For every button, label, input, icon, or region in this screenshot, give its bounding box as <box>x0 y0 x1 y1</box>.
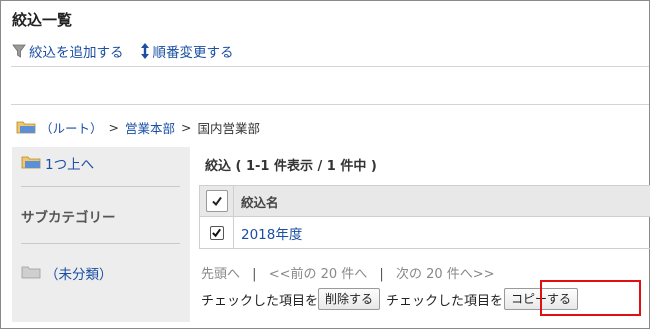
toolbar: 絞込を追加する 順番変更する <box>12 41 250 61</box>
breadcrumb-current: 国内営業部 <box>197 121 261 136</box>
table-header: 絞込名 <box>199 185 650 217</box>
breadcrumb-separator: > <box>181 120 192 135</box>
uncategorized-label: （未分類） <box>45 267 113 283</box>
select-all-checkbox[interactable] <box>205 190 228 212</box>
divider <box>11 66 649 67</box>
up-one-level-label: 1つ上へ <box>45 157 95 173</box>
breadcrumb-root-link[interactable]: （ルート） <box>40 118 103 137</box>
result-summary: 絞込 ( 1-1 件表示 / 1 件中 ) <box>205 159 377 174</box>
checkmark-icon <box>211 196 222 207</box>
subcategory-heading: サブカテゴリー <box>21 210 116 226</box>
reorder-link[interactable]: 順番変更する <box>140 41 234 61</box>
folder-icon <box>21 264 41 283</box>
folder-icon <box>16 119 36 137</box>
header-check-cell <box>200 186 234 216</box>
pager-separator: | <box>252 267 257 282</box>
up-one-level-link[interactable]: 1つ上へ <box>21 153 94 173</box>
funnel-icon <box>12 43 26 59</box>
filter-name-link[interactable]: 2018年度 <box>234 223 302 243</box>
sidebar-divider <box>21 243 180 244</box>
bulk-actions: チェックした項目を 削除する チェックした項目を コピーする <box>201 288 579 310</box>
copy-button-highlight <box>540 280 641 316</box>
up-down-arrow-icon <box>140 42 150 60</box>
divider <box>11 104 649 105</box>
reorder-label: 順番変更する <box>152 45 234 61</box>
window-frame: 絞込一覧 絞込を追加する 順番変更する （ルート） > 営業本部 > 国内営業部… <box>0 0 650 329</box>
filter-table: 絞込名 2018年度 <box>199 185 650 249</box>
column-header-name: 絞込名 <box>241 194 279 210</box>
breadcrumb-separator: > <box>108 120 119 135</box>
pager-first: 先頭へ <box>201 267 241 282</box>
breadcrumb-level1-link[interactable]: 営業本部 <box>125 118 175 137</box>
row-checkbox[interactable] <box>209 225 224 240</box>
pager-next: 次の 20 件へ>> <box>395 267 495 282</box>
pager-prev: <<前の 20 件へ <box>268 267 368 282</box>
delete-prefix-text: チェックした項目を <box>201 293 319 309</box>
add-filter-label: 絞込を追加する <box>29 45 124 61</box>
table-row: 2018年度 <box>199 217 650 249</box>
sidebar-divider <box>21 186 180 187</box>
add-filter-link[interactable]: 絞込を追加する <box>12 41 124 61</box>
page-title: 絞込一覧 <box>12 11 73 29</box>
delete-button[interactable]: 削除する <box>318 288 381 310</box>
copy-prefix-text: チェックした項目を <box>386 293 504 309</box>
pager: 先頭へ | <<前の 20 件へ | 次の 20 件へ>> <box>201 263 495 282</box>
breadcrumb: （ルート） > 営業本部 > 国内営業部 <box>16 118 260 137</box>
row-check-cell <box>200 217 234 248</box>
category-sidebar: 1つ上へ サブカテゴリー （未分類） <box>12 147 190 322</box>
checkmark-icon <box>212 228 221 238</box>
uncategorized-link[interactable]: （未分類） <box>21 263 113 283</box>
pager-separator: | <box>379 267 384 282</box>
folder-up-icon <box>21 154 41 173</box>
